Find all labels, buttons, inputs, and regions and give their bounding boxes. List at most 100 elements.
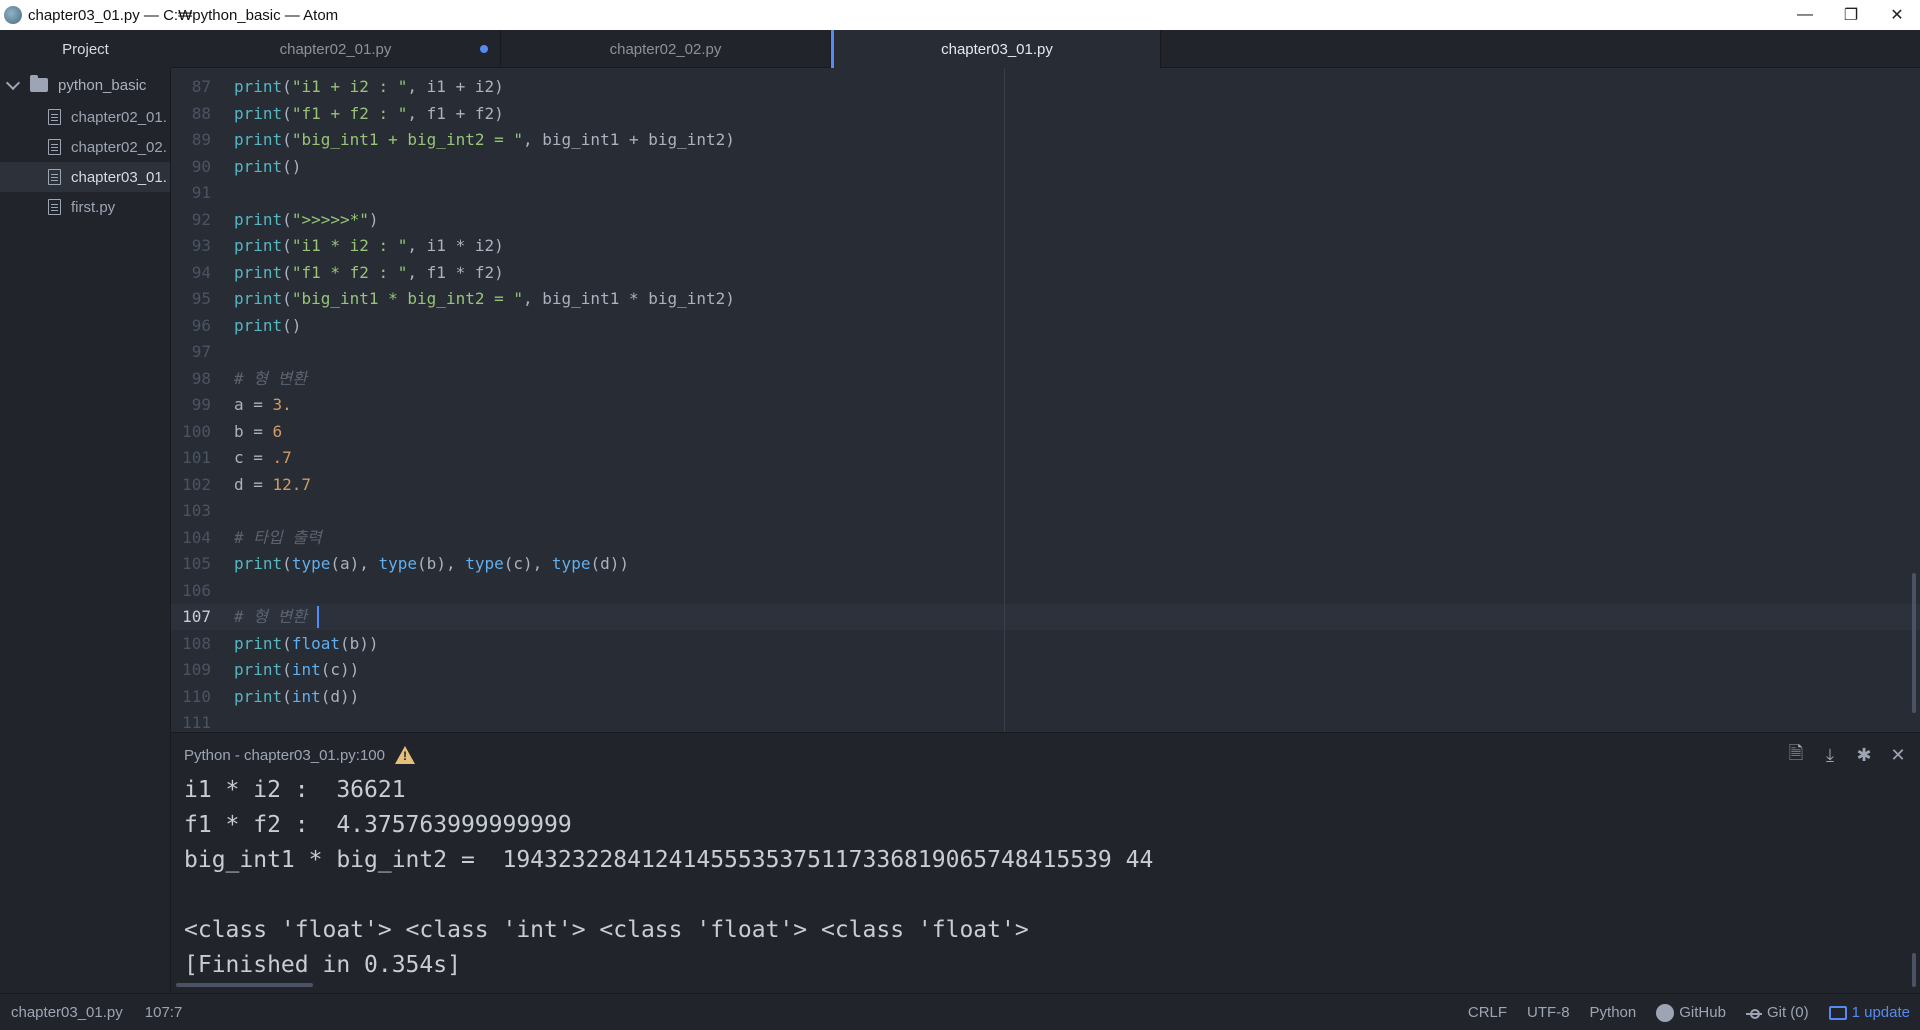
- status-encoding[interactable]: UTF-8: [1527, 1004, 1570, 1021]
- code-line[interactable]: d = 12.7: [234, 472, 311, 498]
- git-label: Git (0): [1766, 1004, 1809, 1021]
- editor-tabs: chapter02_01.py chapter02_02.py chapter0…: [171, 30, 1920, 68]
- line-number[interactable]: 99: [171, 392, 211, 418]
- line-number[interactable]: 97: [171, 339, 211, 365]
- tab-chapter03-01[interactable]: chapter03_01.py: [831, 30, 1161, 68]
- update-button[interactable]: 1 update: [1828, 1004, 1910, 1021]
- github-label: GitHub: [1679, 1004, 1726, 1021]
- restore-button[interactable]: ❐: [1828, 0, 1874, 30]
- status-bar: chapter03_01.py 107:7 CRLF UTF-8 Python …: [0, 993, 1920, 1030]
- code-line[interactable]: print("f1 + f2 : ", f1 + f2): [234, 101, 504, 127]
- github-button[interactable]: GitHub: [1656, 1003, 1726, 1022]
- copy-output-icon[interactable]: 🗎: [1786, 741, 1806, 771]
- line-number[interactable]: 91: [171, 180, 211, 206]
- line-number[interactable]: 101: [171, 445, 211, 471]
- warning-icon[interactable]: [394, 746, 415, 764]
- download-icon[interactable]: ⤓: [1820, 745, 1840, 766]
- code-line[interactable]: print(): [234, 154, 301, 180]
- code-line[interactable]: print(">>>>>*"): [234, 207, 379, 233]
- output-panel-header: Python - chapter03_01.py:100 🗎 ⤓ ✱ ✕: [171, 732, 1920, 777]
- status-cursor-position[interactable]: 107:7: [145, 1004, 183, 1021]
- code-line[interactable]: print(): [234, 313, 301, 339]
- line-number[interactable]: 109: [171, 657, 211, 683]
- tree-item-chapter02-01[interactable]: chapter02_01.: [0, 102, 170, 132]
- line-number[interactable]: 98: [171, 366, 211, 392]
- output-vertical-scrollbar[interactable]: [1912, 953, 1916, 987]
- tab-label: chapter02_01.py: [279, 40, 392, 58]
- window-controls: — ❐ ✕: [1782, 0, 1920, 30]
- tree-root-label: python_basic: [58, 76, 147, 94]
- code-line[interactable]: # 형 변환: [234, 366, 307, 392]
- tab-label: chapter02_02.py: [609, 40, 722, 58]
- line-number[interactable]: 89: [171, 127, 211, 153]
- status-file-name[interactable]: chapter03_01.py: [11, 1004, 123, 1021]
- output-line: i1 * i2 : 36621: [184, 777, 406, 803]
- close-panel-icon[interactable]: ✕: [1888, 745, 1908, 766]
- code-line[interactable]: # 형 변환: [234, 604, 307, 630]
- line-number[interactable]: 105: [171, 551, 211, 577]
- line-number[interactable]: 94: [171, 260, 211, 286]
- line-number[interactable]: 111: [171, 710, 211, 732]
- code-line[interactable]: print(float(b)): [234, 631, 379, 657]
- line-number[interactable]: 106: [171, 578, 211, 604]
- code-line[interactable]: print("big_int1 + big_int2 = ", big_int1…: [234, 127, 735, 153]
- line-number[interactable]: 87: [171, 74, 211, 100]
- atom-logo-icon: [4, 6, 22, 24]
- output-horizontal-scrollbar[interactable]: [176, 983, 313, 987]
- code-line[interactable]: a = 3.: [234, 392, 292, 418]
- line-number[interactable]: 108: [171, 631, 211, 657]
- code-line[interactable]: c = .7: [234, 445, 292, 471]
- tree-item-label: chapter03_01.: [71, 168, 167, 186]
- tree-item-label: first.py: [71, 198, 116, 216]
- settings-icon[interactable]: ✱: [1854, 745, 1874, 766]
- status-line-ending[interactable]: CRLF: [1468, 1004, 1507, 1021]
- package-update-icon: [1828, 1005, 1847, 1020]
- output-line: f1 * f2 : 4.375763999999999: [184, 812, 572, 838]
- code-line[interactable]: print(int(d)): [234, 684, 359, 710]
- code-line[interactable]: print("f1 * f2 : ", f1 * f2): [234, 260, 504, 286]
- tree-item-label: chapter02_01.: [71, 108, 167, 126]
- code-line[interactable]: b = 6: [234, 419, 282, 445]
- code-line[interactable]: print(type(a), type(b), type(c), type(d)…: [234, 551, 629, 577]
- tree-item-first-py[interactable]: first.py: [0, 192, 170, 222]
- line-number[interactable]: 104: [171, 525, 211, 551]
- code-line[interactable]: print(int(c)): [234, 657, 359, 683]
- line-number[interactable]: 88: [171, 101, 211, 127]
- current-line-highlight: [171, 604, 1920, 630]
- project-tree: python_basic chapter02_01. chapter02_02.…: [0, 68, 171, 993]
- minimize-button[interactable]: —: [1782, 0, 1828, 30]
- line-number[interactable]: 107: [171, 604, 211, 630]
- tab-chapter02-02[interactable]: chapter02_02.py: [501, 30, 831, 68]
- text-cursor: [317, 606, 319, 628]
- line-number[interactable]: 96: [171, 313, 211, 339]
- modified-indicator-icon: [480, 45, 488, 53]
- project-panel-tab[interactable]: Project: [0, 30, 171, 68]
- git-commit-icon: [1745, 1008, 1762, 1019]
- git-button[interactable]: Git (0): [1745, 1004, 1809, 1021]
- status-grammar[interactable]: Python: [1590, 1004, 1637, 1021]
- code-line[interactable]: print("i1 + i2 : ", i1 + i2): [234, 74, 504, 100]
- code-editor[interactable]: 87 print("i1 + i2 : ", i1 + i2) 88 print("f…: [171, 68, 1920, 732]
- output-line: big_int1 * big_int2 = 194323228412414555…: [184, 847, 1154, 873]
- line-number[interactable]: 102: [171, 472, 211, 498]
- line-number[interactable]: 92: [171, 207, 211, 233]
- code-line[interactable]: print("big_int1 * big_int2 = ", big_int1…: [234, 286, 735, 312]
- tree-root-python-basic[interactable]: python_basic: [0, 68, 170, 102]
- code-line[interactable]: print("i1 * i2 : ", i1 * i2): [234, 233, 504, 259]
- panel-actions: 🗎 ⤓ ✱ ✕: [1786, 733, 1908, 778]
- line-number[interactable]: 110: [171, 684, 211, 710]
- editor-vertical-scrollbar[interactable]: [1912, 573, 1916, 713]
- tree-item-chapter02-02[interactable]: chapter02_02.: [0, 132, 170, 162]
- code-line[interactable]: # 타입 출력: [234, 525, 322, 551]
- tab-chapter02-01[interactable]: chapter02_01.py: [171, 30, 501, 68]
- line-number[interactable]: 90: [171, 154, 211, 180]
- line-number[interactable]: 103: [171, 498, 211, 524]
- line-number[interactable]: 93: [171, 233, 211, 259]
- output-panel[interactable]: i1 * i2 : 36621 f1 * f2 : 4.3757639999999…: [171, 777, 1920, 993]
- close-button[interactable]: ✕: [1874, 0, 1920, 30]
- chevron-down-icon: [5, 75, 21, 91]
- update-label: 1 update: [1851, 1004, 1910, 1021]
- line-number[interactable]: 95: [171, 286, 211, 312]
- tree-item-chapter03-01[interactable]: chapter03_01.: [0, 162, 170, 192]
- line-number[interactable]: 100: [171, 419, 211, 445]
